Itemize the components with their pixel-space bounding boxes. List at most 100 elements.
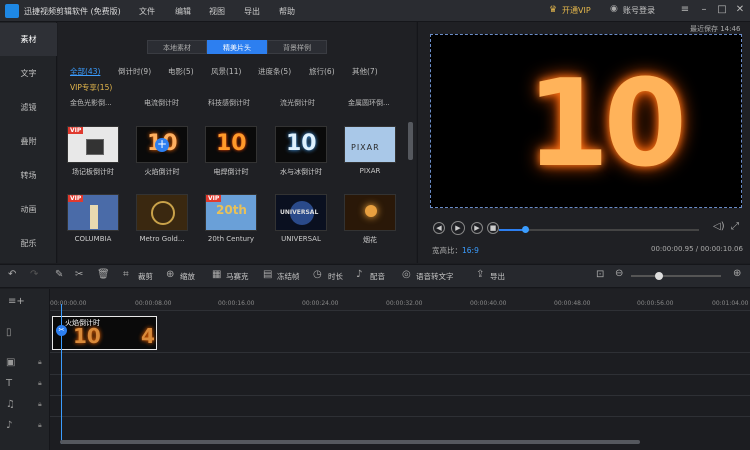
sidebar-item-text[interactable]: 文字 (0, 57, 57, 90)
ruler-tick: 00:00:08.00 (135, 300, 172, 307)
scale-button[interactable]: 缩放 (180, 271, 195, 282)
mosaic-button[interactable]: 马赛克 (226, 271, 249, 282)
music-track-icon: ♫ (6, 399, 15, 410)
intro-caption: 场记板倒计时 (72, 168, 114, 176)
zoom-slider-knob[interactable] (655, 272, 663, 280)
aspect-ratio[interactable]: 宽高比：16:9 (432, 245, 479, 256)
export-icon[interactable]: ⇪ (476, 269, 484, 280)
menu-file[interactable]: 文件 (139, 6, 155, 17)
crop-button[interactable]: 裁剪 (138, 271, 153, 282)
intro-thumbnail[interactable]: 10 + (136, 126, 188, 163)
maximize-icon[interactable]: □ (715, 3, 729, 17)
intro-thumbnail[interactable]: UNIVERSAL (275, 194, 327, 231)
minimize-icon[interactable]: – (697, 3, 711, 17)
fullscreen-icon[interactable]: ⤢ (731, 221, 739, 232)
voiceover-button[interactable]: 配音 (370, 271, 385, 282)
next-frame-icon[interactable]: ▶ (471, 222, 483, 234)
category-travel[interactable]: 旅行(6) (309, 66, 335, 77)
library-scrollbar[interactable] (408, 122, 413, 160)
sidebar-item-media[interactable]: 素材 (0, 23, 57, 56)
play-icon[interactable]: ▶ (451, 221, 465, 235)
close-icon[interactable]: ✕ (733, 3, 747, 17)
sidebar-item-transition[interactable]: 转场 (0, 159, 57, 192)
speech-to-text-icon[interactable]: ◎ (402, 269, 411, 280)
undo-icon[interactable]: ↶ (8, 269, 16, 280)
export-button[interactable]: 导出 (490, 271, 505, 282)
stop-icon[interactable]: ■ (487, 222, 499, 234)
intro-thumbnail[interactable]: VIP 20th (205, 194, 257, 231)
ruler-tick: 00:00:56.00 (637, 300, 674, 307)
microphone-icon[interactable]: ♪ (356, 269, 362, 280)
intro-thumbnail[interactable] (344, 194, 396, 231)
track-lock-icon[interactable]: 🔒︎ (38, 400, 42, 409)
volume-icon[interactable]: ◁) (713, 221, 725, 232)
tab-local-media[interactable]: 本地素材 (147, 40, 207, 54)
intro-thumbnail[interactable]: PIXAR (344, 126, 396, 163)
menu-icon[interactable]: ≡ (678, 3, 692, 17)
intro-caption: 电焊倒计时 (213, 168, 249, 176)
zoom-slider[interactable] (631, 275, 721, 277)
category-all[interactable]: 全部(43) (70, 66, 100, 77)
delete-icon[interactable]: 🗑 (97, 269, 110, 280)
fit-icon[interactable]: ⊡ (596, 269, 604, 280)
category-progress[interactable]: 进度条(5) (258, 66, 291, 77)
timeline-clip[interactable]: 火焰倒计时 10 4 (52, 316, 157, 350)
intro-caption: Metro Gold... (139, 235, 185, 243)
duration-button[interactable]: 时长 (328, 271, 343, 282)
ruler-tick: 00:00:24.00 (302, 300, 339, 307)
intro-thumbnail[interactable] (136, 194, 188, 231)
speech-to-text-button[interactable]: 语音转文字 (416, 271, 454, 282)
intro-label: 金属圆环倒... (348, 99, 390, 107)
clip-frame-text: 4 (141, 324, 155, 348)
menu-export[interactable]: 导出 (244, 6, 260, 17)
add-track-icon[interactable]: ≡+ (8, 296, 25, 307)
login-button[interactable]: 账号登录 (623, 5, 655, 16)
ruler-tick: 00:00:48.00 (554, 300, 591, 307)
redo-icon[interactable]: ↷ (30, 269, 38, 280)
freeze-icon[interactable]: ▤ (263, 269, 272, 280)
intro-thumbnail[interactable]: VIP (67, 194, 119, 231)
timeline-scrollbar[interactable] (60, 440, 640, 444)
aspect-value[interactable]: 16:9 (462, 246, 479, 255)
intro-caption: 火焰倒计时 (144, 168, 180, 176)
clip-frame-text: 10 (73, 324, 101, 348)
vip-button[interactable]: 开通VIP (562, 5, 591, 16)
scissors-icon[interactable]: ✂ (56, 325, 67, 336)
intro-thumbnail[interactable]: 10 (275, 126, 327, 163)
playback-progress[interactable] (499, 226, 699, 233)
preview-canvas[interactable]: 10 (430, 34, 742, 208)
mosaic-icon[interactable]: ▦ (212, 269, 221, 280)
category-other[interactable]: 其他(7) (352, 66, 378, 77)
sidebar-item-animation[interactable]: 动画 (0, 193, 57, 226)
freeze-frame-button[interactable]: 冻结帧 (277, 271, 300, 282)
intro-thumbnail[interactable]: 10 (205, 126, 257, 163)
tab-intros[interactable]: 精美片头 (207, 40, 267, 54)
crop-icon[interactable]: ⌗ (123, 269, 129, 280)
zoom-out-icon[interactable]: ⊖ (615, 268, 623, 279)
category-movie[interactable]: 电影(5) (168, 66, 194, 77)
prev-frame-icon[interactable]: ◀ (433, 222, 445, 234)
menu-view[interactable]: 视图 (209, 6, 225, 17)
zoom-in-icon[interactable]: ⊕ (733, 268, 741, 279)
intro-thumbnail[interactable]: VIP (67, 126, 119, 163)
vip-exclusive-label: VIP专享(15) (70, 83, 113, 92)
duration-icon[interactable]: ◷ (313, 269, 322, 280)
tab-backgrounds[interactable]: 背景样例 (267, 40, 327, 54)
sidebar-item-music[interactable]: 配乐 (0, 227, 57, 260)
menu-help[interactable]: 帮助 (279, 6, 295, 17)
menu-edit[interactable]: 编辑 (175, 6, 191, 17)
progress-knob[interactable] (522, 226, 529, 233)
zoom-icon[interactable]: ⊕ (166, 269, 174, 280)
edit-icon[interactable]: ✎ (55, 269, 63, 280)
category-countdown[interactable]: 倒计时(9) (118, 66, 151, 77)
sidebar: 素材 文字 滤镜 叠附 转场 动画 配乐 (0, 22, 57, 263)
add-icon[interactable]: + (155, 138, 169, 152)
category-scenery[interactable]: 风景(11) (211, 66, 241, 77)
sidebar-item-overlay[interactable]: 叠附 (0, 125, 57, 158)
user-icon: ◉ (610, 4, 618, 14)
sidebar-item-filter[interactable]: 滤镜 (0, 91, 57, 124)
cut-icon[interactable]: ✂ (75, 269, 83, 280)
track-lock-icon[interactable]: 🔒︎ (38, 358, 42, 367)
track-lock-icon[interactable]: 🔒︎ (38, 421, 42, 430)
track-lock-icon[interactable]: 🔒︎ (38, 379, 42, 388)
